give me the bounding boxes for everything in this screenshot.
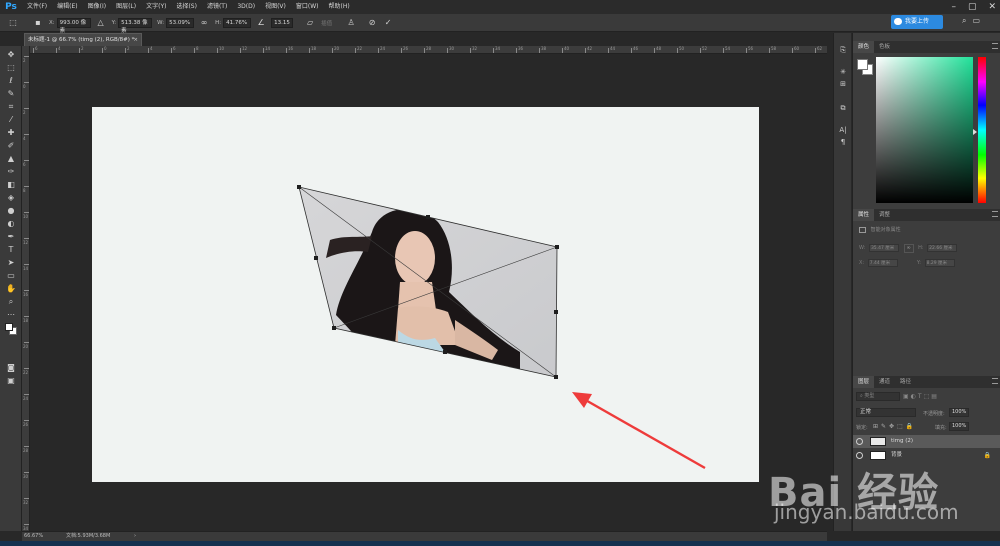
prop-x-label: X:: [859, 260, 865, 266]
properties-title: 智能对象属性: [870, 227, 901, 233]
properties-title-row: 智能对象属性: [859, 226, 901, 233]
document-info[interactable]: 文档:5.93M/3.68M: [66, 532, 110, 541]
layers-panel-tabs: 图层 通道 路径: [853, 376, 1000, 388]
prop-y-field[interactable]: 8.29 厘米: [924, 259, 955, 267]
lock-icons[interactable]: ⊞✎✥⬚🔒: [873, 423, 916, 430]
prop-size-row: W: 35.47 厘米 ∞ H: 22.66 厘米: [859, 244, 958, 253]
panel-menu-icon[interactable]: [992, 378, 998, 384]
panel-menu-icon[interactable]: [992, 211, 998, 217]
history-icon[interactable]: ⎘: [837, 45, 849, 56]
tab-adjustments[interactable]: 调整: [874, 209, 895, 221]
panel-menu-icon[interactable]: [992, 43, 998, 49]
hue-slider-arrow-icon[interactable]: [973, 129, 977, 135]
lock-label: 锁定:: [856, 425, 868, 431]
tab-channels[interactable]: 通道: [874, 376, 895, 388]
layer-row-timg[interactable]: timg (2): [853, 435, 1000, 448]
blend-mode-select[interactable]: 正常: [856, 408, 916, 417]
os-taskbar: [0, 541, 1000, 546]
panel-icon-strip: ⎘ ✳ ⊞ ⧉ A| ¶: [833, 33, 851, 531]
tab-swatches[interactable]: 色板: [874, 41, 895, 53]
prop-h-field[interactable]: 22.66 厘米: [927, 244, 958, 252]
status-arrow-icon[interactable]: ›: [134, 532, 136, 541]
clone-source-icon[interactable]: ⧉: [837, 103, 849, 114]
character-icon[interactable]: A|: [837, 125, 849, 136]
tab-properties[interactable]: 属性: [853, 209, 875, 221]
prop-x-field[interactable]: 7.44 厘米: [867, 259, 898, 267]
photoshop-window: Ps 文件(F) 编辑(E) 图像(I) 图层(L) 文字(Y) 选择(S) 滤…: [0, 0, 1000, 546]
prop-w-field[interactable]: 35.47 厘米: [868, 244, 899, 252]
link-icon[interactable]: ∞: [903, 244, 914, 253]
prop-y-label: Y:: [916, 260, 921, 266]
prop-position-row: X: 7.44 厘米 Y: 8.29 厘米: [859, 259, 955, 267]
brush-settings-icon[interactable]: ✳: [837, 67, 849, 78]
layer-row-background[interactable]: 背景 🔒: [853, 449, 1000, 462]
smart-object-icon: [859, 226, 866, 233]
zoom-level[interactable]: 66.67%: [24, 532, 43, 541]
properties-panel-tabs: 属性 调整: [853, 209, 1000, 221]
right-panels: 颜色 色板 属性 调整 智能对象属性 W: 35.47 厘米 ∞ H: 22.6…: [852, 33, 1000, 531]
tab-layers[interactable]: 图层: [853, 376, 875, 388]
layer-thumbnail: [870, 451, 886, 460]
hue-slider[interactable]: [978, 57, 986, 203]
paragraph-icon[interactable]: ¶: [837, 137, 849, 148]
layer-name[interactable]: timg (2): [891, 435, 913, 448]
visibility-eye-icon[interactable]: [856, 452, 863, 459]
visibility-eye-icon[interactable]: [856, 438, 863, 445]
status-bar: 66.67% 文档:5.93M/3.68M ›: [22, 531, 827, 541]
adjustments-icon[interactable]: ⊞: [837, 79, 849, 90]
prop-w-label: W:: [859, 245, 866, 251]
foreground-color-swatch[interactable]: [857, 59, 868, 70]
fill-field[interactable]: 100%: [949, 422, 969, 431]
layer-filter-select[interactable]: ⌕ 类型: [856, 392, 900, 401]
opacity-field[interactable]: 100%: [949, 408, 969, 417]
fill-label: 填充:: [935, 425, 947, 431]
tab-color[interactable]: 颜色: [853, 41, 875, 53]
layer-name[interactable]: 背景: [891, 449, 902, 462]
layer-filter-icons[interactable]: ▣◐T⬚▤: [903, 393, 939, 400]
lock-icon[interactable]: 🔒: [984, 449, 991, 462]
prop-h-label: H:: [918, 245, 924, 251]
layer-thumbnail: [870, 437, 886, 446]
tab-paths[interactable]: 路径: [895, 376, 916, 388]
color-picker-field[interactable]: [876, 57, 973, 203]
opacity-label: 不透明度:: [923, 411, 945, 417]
color-panel-tabs: 颜色 色板: [853, 41, 1000, 53]
annotation-arrow: [572, 392, 706, 470]
